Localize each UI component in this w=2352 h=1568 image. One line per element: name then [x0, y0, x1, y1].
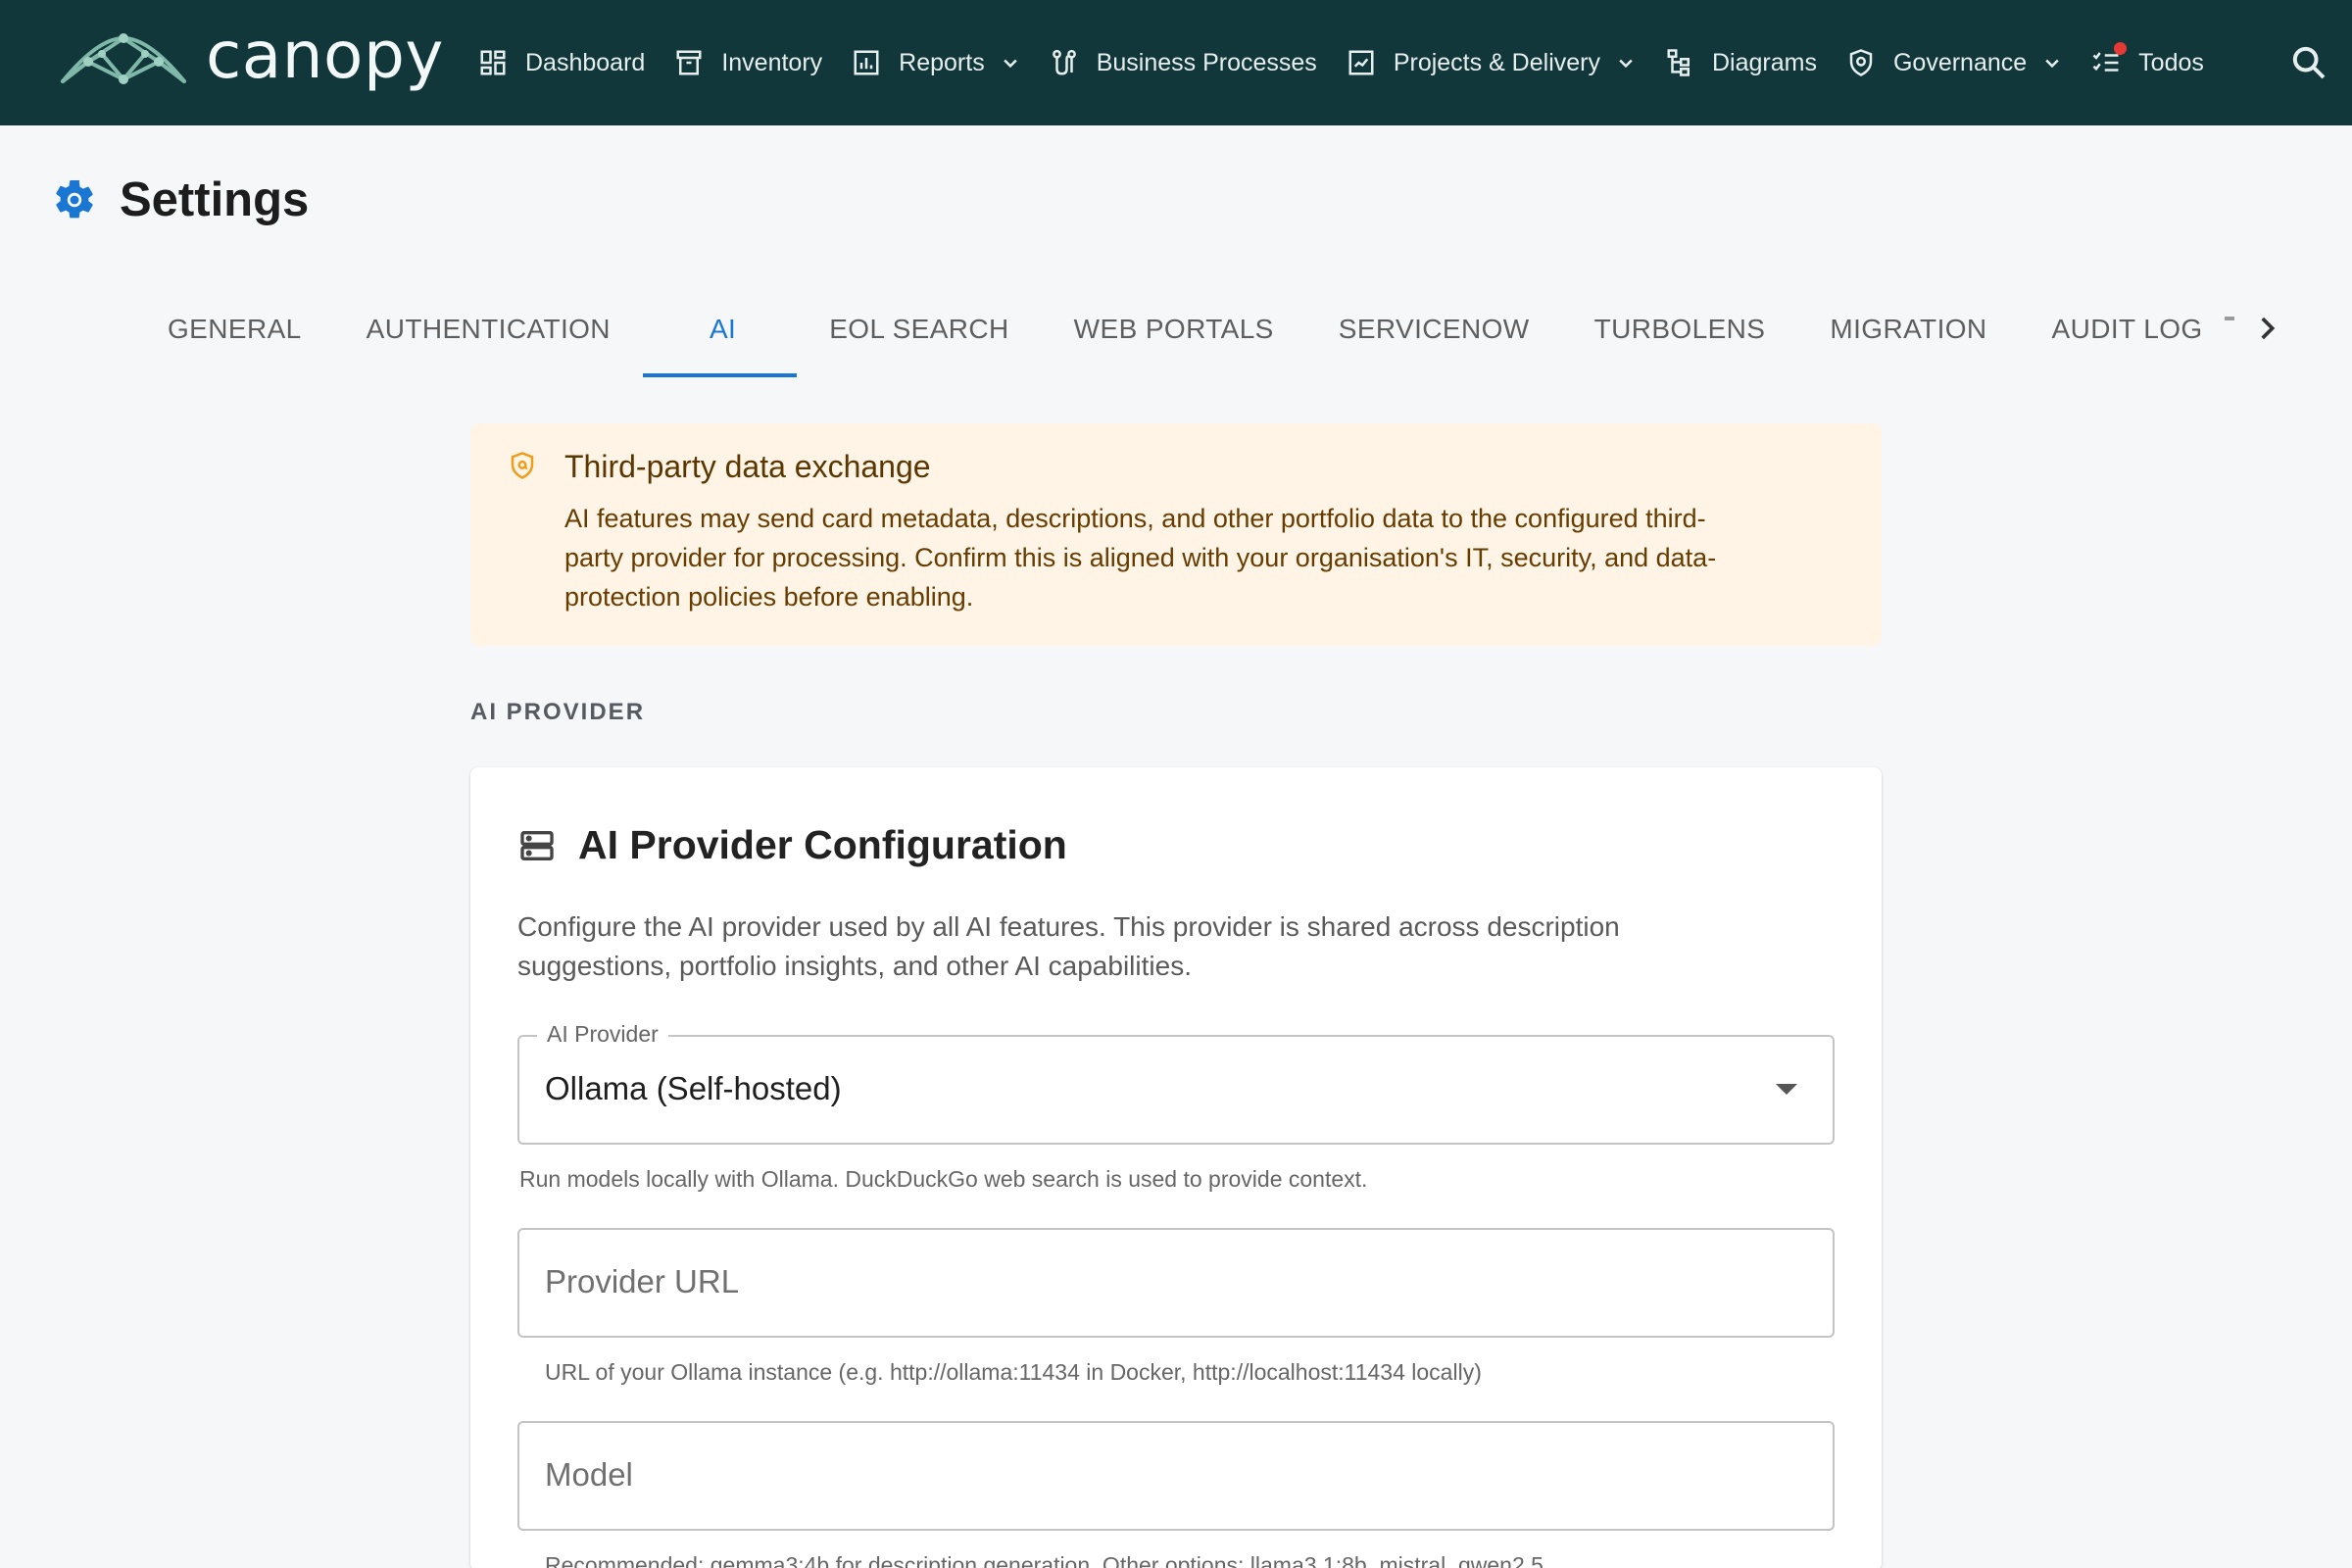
archive-icon: [674, 48, 704, 77]
chevron-down-icon: [1001, 53, 1020, 73]
checklist-icon: [2091, 42, 2128, 77]
nav-reports[interactable]: Reports: [852, 0, 1020, 125]
nav-diagrams[interactable]: Diagrams: [1665, 0, 1817, 125]
page-title: Settings: [120, 173, 310, 226]
tab-authentication[interactable]: AUTHENTICATION: [334, 284, 643, 374]
project-icon: [1347, 48, 1376, 77]
provider-url-placeholder: Provider URL: [545, 1263, 740, 1299]
ai-provider-helper-text: Run models locally with Ollama. DuckDuck…: [519, 1166, 1368, 1192]
nav-dashboard[interactable]: Dashboard: [478, 0, 645, 125]
model-placeholder: Model: [545, 1456, 633, 1493]
tab-scroll-right-button[interactable]: [2250, 312, 2283, 345]
card-description-line: suggestions, portfolio insights, and oth…: [517, 951, 1192, 981]
alert-body-line: AI features may send card metadata, desc…: [564, 504, 1706, 533]
chevron-right-icon: [2261, 317, 2276, 340]
alert-title: Third-party data exchange: [564, 449, 931, 484]
tab-eol-search[interactable]: EOL SEARCH: [797, 284, 1041, 374]
tab-ai[interactable]: AI: [642, 284, 798, 377]
third-party-warning-alert: Third-party data exchange AI features ma…: [470, 423, 1882, 646]
dashboard-icon: [478, 48, 508, 77]
chevron-down-icon: [1616, 53, 1636, 73]
alert-body-line: party provider for processing. Confirm t…: [564, 543, 1717, 572]
brand-name: canopy: [206, 18, 444, 93]
model-helper-text: Recommended: gemma3:4b for description g…: [545, 1552, 1544, 1568]
dropdown-caret-icon: [1776, 1084, 1797, 1095]
chevron-down-icon: [2042, 53, 2062, 73]
page-header: Settings: [51, 172, 309, 227]
tab-turbolens[interactable]: TURBOLENS: [1562, 284, 1798, 374]
shield-at-icon: [511, 452, 534, 479]
card-description-line: Configure the AI provider used by all AI…: [517, 911, 1620, 942]
ai-provider-select-label: AI Provider: [537, 1021, 668, 1048]
notification-dot: [2114, 42, 2128, 55]
nav-label: Governance: [1892, 48, 2028, 76]
section-label-ai-provider: AI PROVIDER: [470, 699, 646, 725]
nav-projects-delivery[interactable]: Projects & Delivery: [1347, 0, 1636, 125]
top-navigation-bar: canopy Dashboard Inventory Reports Busin…: [0, 0, 2352, 125]
search-icon[interactable]: [2289, 43, 2328, 82]
tab-web-portals[interactable]: WEB PORTALS: [1042, 284, 1306, 374]
nav-label: Reports: [899, 48, 985, 76]
hierarchy-icon: [1665, 48, 1694, 77]
card-title: AI Provider Configuration: [578, 822, 1067, 867]
nav-governance[interactable]: Governance: [1846, 0, 2062, 125]
alert-body-line: protection policies before enabling.: [564, 582, 974, 612]
nav-label: Dashboard: [525, 48, 646, 76]
bar-chart-icon: [852, 48, 881, 77]
nav-label: Diagrams: [1711, 48, 1817, 76]
shield-icon: [1846, 48, 1876, 77]
nav-label: Business Processes: [1096, 48, 1317, 76]
ai-provider-select-value: Ollama (Self-hosted): [545, 1070, 842, 1106]
process-route-icon: [1050, 48, 1079, 77]
provider-url-field[interactable]: Provider URL: [517, 1228, 1835, 1338]
provider-url-helper-text: URL of your Ollama instance (e.g. http:/…: [545, 1359, 1482, 1385]
gear-icon: [56, 179, 93, 219]
card-description: Configure the AI provider used by all AI…: [517, 907, 1835, 986]
nav-label: Inventory: [721, 48, 823, 76]
settings-tabs: GENERAL AUTHENTICATION AI EOL SEARCH WEB…: [135, 284, 2235, 378]
main-nav: Dashboard Inventory Reports Business Pro…: [478, 0, 2233, 125]
ai-settings-content: Third-party data exchange AI features ma…: [470, 423, 1882, 1568]
brand-logo[interactable]: canopy: [59, 18, 444, 93]
nav-inventory[interactable]: Inventory: [674, 0, 822, 125]
nav-label: Todos: [2138, 48, 2204, 76]
server-icon: [520, 830, 554, 860]
ai-provider-select[interactable]: AI Provider Ollama (Self-hosted): [517, 1021, 1835, 1145]
nav-business-processes[interactable]: Business Processes: [1050, 0, 1317, 125]
tab-migration[interactable]: MIGRATION: [1797, 284, 2019, 374]
tab-audit-log[interactable]: AUDIT LOG: [2020, 284, 2235, 374]
tab-overflow-fade: [2225, 317, 2234, 320]
canopy-logo-icon: [61, 33, 186, 84]
nav-label: Projects & Delivery: [1393, 48, 1600, 76]
alert-text: Third-party data exchange AI features ma…: [564, 449, 1716, 616]
nav-todos[interactable]: Todos: [2091, 0, 2204, 125]
ai-provider-config-card: AI Provider Configuration Configure the …: [470, 767, 1882, 1568]
tab-servicenow[interactable]: SERVICENOW: [1306, 284, 1562, 374]
alert-body: AI features may send card metadata, desc…: [564, 499, 1716, 616]
card-header: AI Provider Configuration: [517, 822, 1835, 868]
model-field[interactable]: Model: [517, 1421, 1835, 1531]
tab-general[interactable]: GENERAL: [135, 284, 334, 374]
